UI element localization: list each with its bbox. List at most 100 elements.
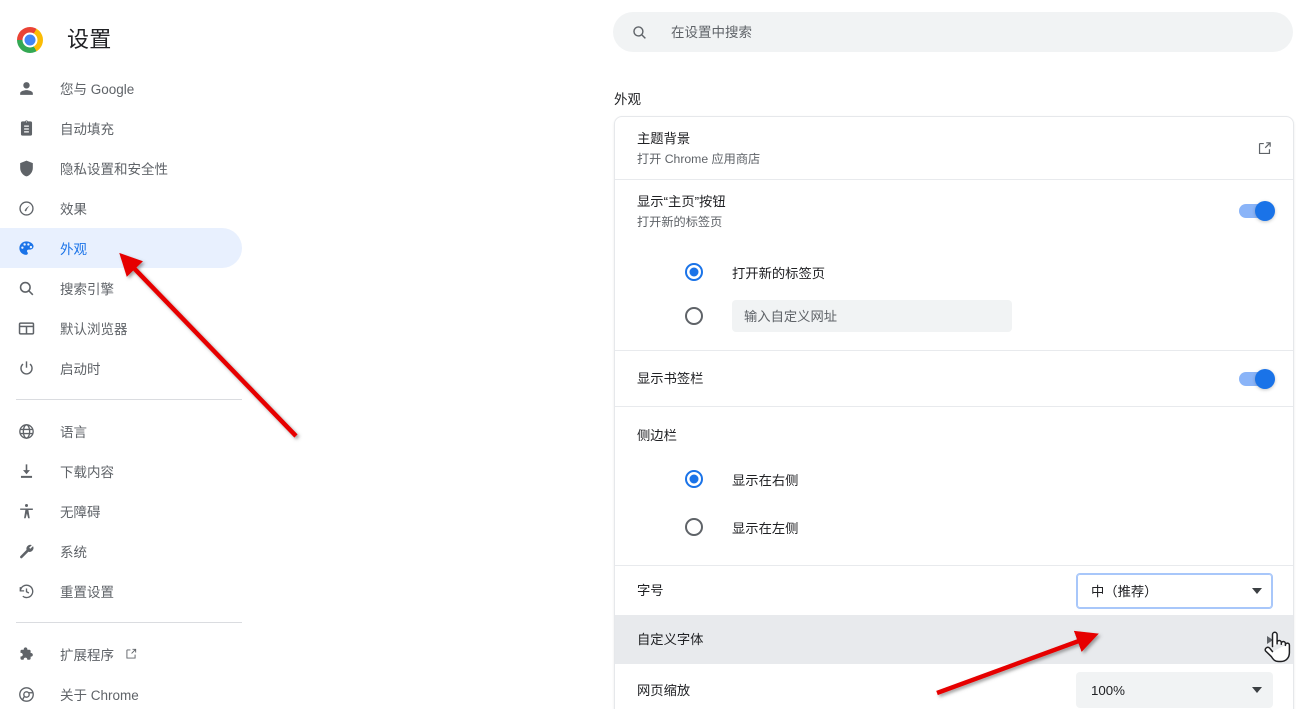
row-subtitle: 打开 Chrome 应用商店	[637, 151, 761, 166]
sidebar-item-system[interactable]: 系统	[0, 531, 242, 571]
radio-label: 显示在右侧	[732, 472, 799, 488]
chevron-down-icon	[1252, 587, 1262, 594]
sidebar-item-label: 扩展程序	[60, 648, 114, 663]
toggle-show-home-button[interactable]	[1239, 201, 1275, 221]
row-title: 显示“主页”按钮	[637, 193, 726, 209]
settings-main: 外观 主题背景 打开 Chrome 应用商店 显示“主页”按钮 打开新的标	[300, 0, 1303, 709]
sidebar-item-appearance[interactable]: 外观	[0, 228, 242, 268]
radio-label: 打开新的标签页	[732, 265, 826, 281]
row-text-block: 网页缩放	[637, 681, 1076, 700]
sidebar-item-reset-settings[interactable]: 重置设置	[0, 571, 242, 611]
hand-cursor	[1264, 631, 1291, 663]
sidebar-item-label: 重置设置	[60, 585, 114, 600]
sidebar-item-label: 下载内容	[60, 465, 114, 480]
row-action: 100%	[1076, 672, 1273, 708]
radio-button[interactable]	[685, 307, 703, 325]
sidebar-item-accessibility[interactable]: 无障碍	[0, 491, 242, 531]
row-text-block: 显示“主页”按钮 打开新的标签页	[637, 192, 1239, 231]
sidebar-item-label: 关于 Chrome	[60, 688, 139, 703]
radio-option-custom-url[interactable]	[637, 294, 1271, 338]
download-icon	[16, 461, 36, 481]
setting-row-theme[interactable]: 主题背景 打开 Chrome 应用商店	[615, 117, 1293, 180]
radio-option-new-tab[interactable]: 打开新的标签页	[637, 250, 1271, 294]
sidebar-item-performance[interactable]: 效果	[0, 188, 242, 228]
sidebar-item-label: 效果	[60, 202, 87, 217]
radio-label: 显示在左侧	[732, 520, 799, 536]
search-icon	[629, 22, 649, 42]
speedometer-icon	[16, 198, 36, 218]
sidebar-item-downloads[interactable]: 下载内容	[0, 451, 242, 491]
sidebar-divider-1	[16, 399, 242, 400]
page-section-title: 外观	[614, 92, 641, 107]
select-value: 100%	[1091, 682, 1126, 698]
row-title: 字号	[637, 583, 664, 598]
history-restore-icon	[16, 581, 36, 601]
setting-row-font-size[interactable]: 字号 中（推荐）	[615, 566, 1293, 616]
row-title: 显示书签栏	[637, 371, 704, 386]
row-subtitle: 打开新的标签页	[637, 214, 723, 229]
radio-option-side-panel-left[interactable]: 显示在左侧	[637, 503, 1271, 551]
sidebar-item-languages[interactable]: 语言	[0, 411, 242, 451]
sidebar-item-label: 搜索引擎	[60, 282, 114, 297]
toggle-show-bookmarks-bar[interactable]	[1239, 368, 1275, 389]
sidebar-item-search-engine[interactable]: 搜索引擎	[0, 268, 242, 308]
group-label: 侧边栏	[637, 427, 677, 443]
person-icon	[16, 78, 36, 98]
custom-url-input[interactable]	[732, 300, 1012, 332]
toggle-knob	[1255, 368, 1275, 389]
radio-button[interactable]	[685, 470, 703, 488]
wrench-icon	[16, 541, 36, 561]
sidebar-nav-tertiary: 扩展程序 关于 Chrome	[0, 634, 300, 709]
row-action[interactable]	[1256, 140, 1273, 157]
sidebar-item-on-startup[interactable]: 启动时	[0, 348, 242, 388]
shield-icon	[16, 158, 36, 178]
row-title: 主题背景	[637, 130, 691, 146]
setting-row-show-home-button[interactable]: 显示“主页”按钮 打开新的标签页	[615, 180, 1293, 242]
sidebar-nav-primary: 您与 Google 自动填充 隐私设置和安全性 效果 外观 搜索引擎 默认浏览器…	[0, 68, 300, 388]
app-title: 设置	[67, 27, 112, 52]
settings-window: 设置 您与 Google 自动填充 隐私设置和安全性 效果 外观 搜索引擎 默认…	[0, 0, 1303, 709]
sidebar-item-you-and-google[interactable]: 您与 Google	[0, 68, 242, 108]
select-font-size[interactable]: 中（推荐）	[1076, 572, 1273, 609]
row-text-block: 主题背景 打开 Chrome 应用商店	[637, 129, 1256, 168]
side-panel-radio-group: 显示在右侧 显示在左侧	[615, 455, 1293, 566]
setting-row-customize-fonts[interactable]: 自定义字体	[615, 616, 1293, 664]
search-container	[613, 12, 1293, 52]
search-box[interactable]	[613, 12, 1293, 52]
settings-sidebar: 设置 您与 Google 自动填充 隐私设置和安全性 效果 外观 搜索引擎 默认…	[0, 0, 300, 709]
power-icon	[16, 358, 36, 378]
browser-window-icon	[16, 318, 36, 338]
chrome-logo-icon	[17, 27, 43, 53]
app-brand: 设置	[0, 12, 300, 68]
search-input[interactable]	[669, 17, 1229, 47]
sidebar-item-autofill[interactable]: 自动填充	[0, 108, 242, 148]
setting-row-show-bookmarks-bar[interactable]: 显示书签栏	[615, 351, 1293, 407]
sidebar-item-label: 您与 Google	[60, 82, 135, 97]
sidebar-item-label: 外观	[60, 242, 87, 257]
row-action	[1239, 368, 1275, 389]
sidebar-divider-2	[16, 622, 242, 623]
sidebar-item-about-chrome[interactable]: 关于 Chrome	[0, 674, 242, 709]
row-action	[1239, 201, 1275, 221]
row-text-block: 显示书签栏	[637, 369, 1239, 388]
open-in-new-icon	[124, 647, 138, 661]
radio-button[interactable]	[685, 518, 703, 536]
globe-icon	[16, 421, 36, 441]
setting-row-page-zoom[interactable]: 网页缩放 100%	[615, 664, 1293, 709]
puzzle-icon	[16, 644, 36, 664]
row-title: 自定义字体	[637, 632, 704, 647]
sidebar-item-privacy-security[interactable]: 隐私设置和安全性	[0, 148, 242, 188]
radio-option-side-panel-right[interactable]: 显示在右侧	[637, 455, 1271, 503]
sidebar-item-label: 隐私设置和安全性	[60, 162, 168, 177]
radio-button[interactable]	[685, 263, 703, 281]
open-in-new-icon[interactable]	[1256, 140, 1273, 157]
sidebar-item-default-browser[interactable]: 默认浏览器	[0, 308, 242, 348]
sidebar-item-label: 系统	[60, 545, 87, 560]
home-page-radio-group: 打开新的标签页	[615, 242, 1293, 351]
sidebar-item-extensions[interactable]: 扩展程序	[0, 634, 242, 674]
select-page-zoom[interactable]: 100%	[1076, 672, 1273, 708]
sidebar-item-label: 启动时	[60, 362, 101, 377]
select-value: 中（推荐）	[1091, 584, 1158, 599]
row-text-block: 字号	[637, 581, 1076, 600]
row-title: 网页缩放	[637, 682, 691, 698]
